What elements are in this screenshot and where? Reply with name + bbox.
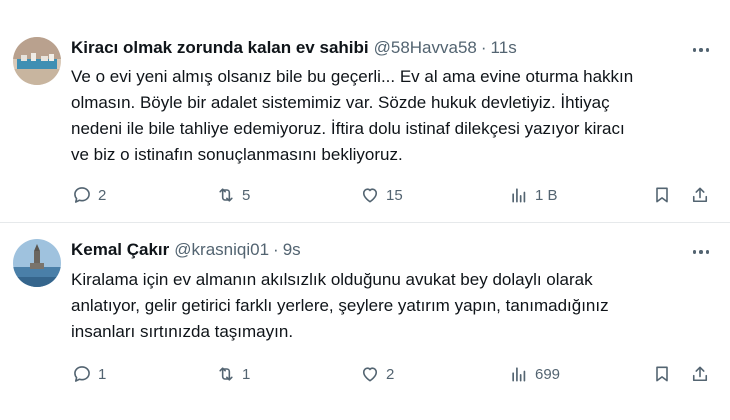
action-bar: 1 1 2 699 bbox=[0, 361, 730, 387]
view-count: 1 B bbox=[535, 186, 558, 204]
views-button[interactable]: 699 bbox=[509, 361, 560, 387]
user-handle[interactable]: @58Havva58 bbox=[374, 38, 477, 58]
tweet-header: Kiracı olmak zorunda kalan ev sahibi @58… bbox=[71, 36, 710, 60]
tweet-text-line: olmasın. Böyle bir adalet sistemimiz var… bbox=[71, 93, 610, 112]
tweet-text: Kiralama için ev almanın akılsızlık oldu… bbox=[71, 267, 711, 345]
heart-icon bbox=[362, 367, 378, 382]
separator-dot: · bbox=[273, 240, 279, 259]
retweet-button[interactable]: 1 bbox=[216, 361, 250, 387]
display-name[interactable]: Kemal Çakır bbox=[71, 240, 169, 260]
more-icon[interactable] bbox=[688, 242, 714, 262]
separator-dot: · bbox=[480, 38, 487, 57]
tweet-text-line: Ve o evi yeni almış olsanız bile bu geçe… bbox=[71, 67, 634, 86]
tweet[interactable]: Kemal Çakır @krasniqi01 · 9s Kiralama iç… bbox=[0, 223, 730, 420]
user-handle[interactable]: @krasniqi01 bbox=[174, 240, 269, 260]
share-icon bbox=[692, 187, 708, 203]
tweet[interactable]: Kiracı olmak zorunda kalan ev sahibi @58… bbox=[0, 0, 730, 223]
reply-button[interactable]: 1 bbox=[72, 361, 106, 387]
tweet-text-line: insanları sırtınızda taşımayın. bbox=[71, 322, 294, 341]
retweet-count: 1 bbox=[242, 365, 251, 383]
like-button[interactable]: 2 bbox=[360, 361, 394, 387]
view-count: 699 bbox=[535, 365, 561, 383]
like-count: 2 bbox=[386, 365, 395, 383]
views-icon bbox=[512, 367, 526, 382]
bookmark-icon bbox=[656, 187, 668, 203]
tweet-text-line: ve biz o istinafın sonuçlanmasını bekliy… bbox=[71, 145, 403, 164]
like-button[interactable]: 15 bbox=[360, 182, 403, 208]
avatar-image bbox=[13, 239, 61, 287]
retweet-button[interactable]: 5 bbox=[216, 182, 250, 208]
reply-count: 1 bbox=[98, 365, 107, 383]
tweet-text-line: anlatıyor, gelir getirici farklı yerlere… bbox=[71, 296, 609, 315]
share-icon bbox=[692, 366, 708, 382]
bookmark-icon bbox=[656, 366, 668, 382]
reply-count: 2 bbox=[98, 186, 107, 204]
views-icon bbox=[512, 188, 526, 203]
retweet-icon bbox=[219, 188, 233, 202]
tweet-text: Ve o evi yeni almış olsanız bile bu geçe… bbox=[71, 64, 711, 168]
reply-button[interactable]: 2 bbox=[72, 182, 106, 208]
retweet-icon bbox=[219, 367, 233, 381]
tweet-text-line: Kiralama için ev almanın akılsızlık oldu… bbox=[71, 270, 593, 289]
tweet-text-line: nedeni ile bile tahliye edemiyoruz. İfti… bbox=[71, 119, 625, 138]
avatar-image bbox=[13, 37, 61, 85]
bookmark-button[interactable] bbox=[652, 182, 672, 208]
bookmark-button[interactable] bbox=[652, 361, 672, 387]
like-count: 15 bbox=[386, 186, 403, 204]
more-icon[interactable] bbox=[688, 40, 714, 60]
heart-icon bbox=[362, 188, 378, 203]
avatar[interactable] bbox=[13, 37, 61, 85]
avatar[interactable] bbox=[13, 239, 61, 287]
timestamp[interactable]: 9s bbox=[283, 240, 301, 260]
share-button[interactable] bbox=[690, 361, 710, 387]
display-name[interactable]: Kiracı olmak zorunda kalan ev sahibi bbox=[71, 38, 369, 58]
reply-icon bbox=[74, 366, 90, 382]
views-button[interactable]: 1 B bbox=[509, 182, 558, 208]
reply-icon bbox=[74, 187, 90, 203]
tweet-header: Kemal Çakır @krasniqi01 · 9s bbox=[71, 238, 710, 262]
timestamp[interactable]: 11s bbox=[491, 38, 517, 58]
action-bar: 2 5 15 1 B bbox=[0, 182, 730, 208]
share-button[interactable] bbox=[690, 182, 710, 208]
retweet-count: 5 bbox=[242, 186, 251, 204]
